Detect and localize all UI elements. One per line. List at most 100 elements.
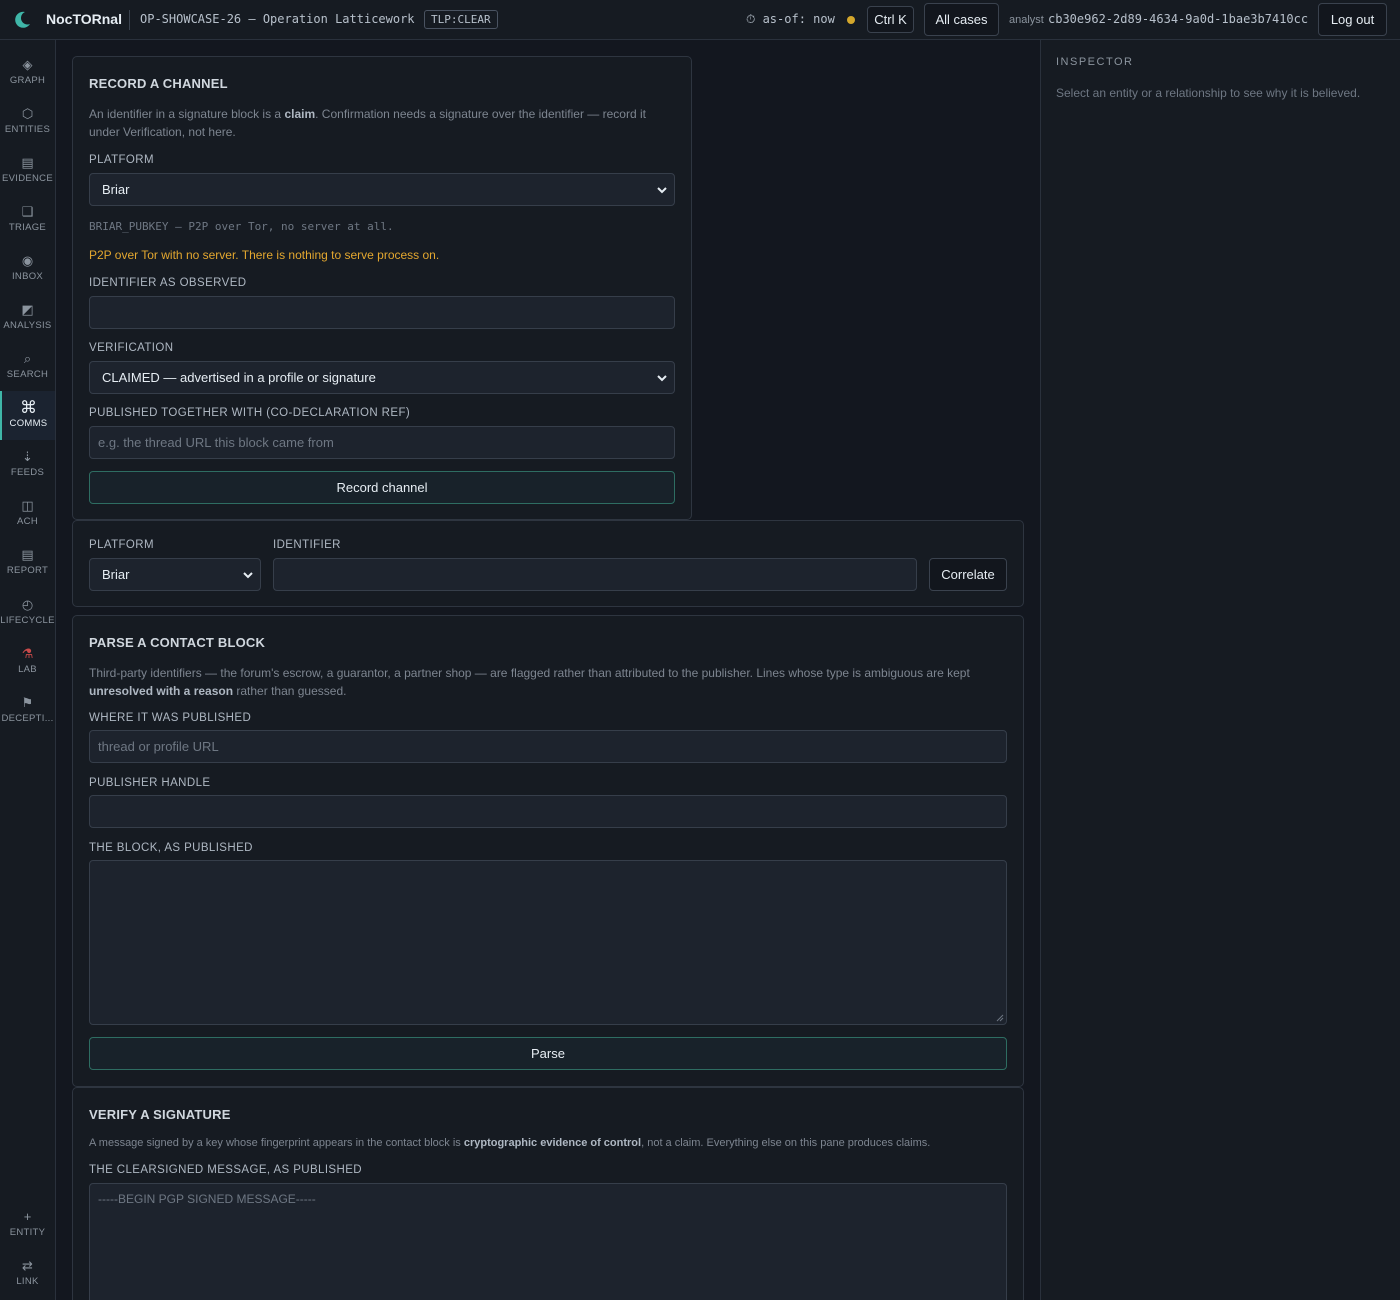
clearsigned-textarea[interactable]: -----BEGIN PGP SIGNED MESSAGE----- [89,1183,1007,1300]
nav-label: ENTITY [9,1227,46,1238]
nav-label: ANALYSIS [3,320,52,331]
nav-label: DECEPTI... [1,713,54,724]
chevron-down-icon [657,375,667,382]
evidence-icon: ▤ [21,155,34,170]
platform-label: PLATFORM [89,539,154,551]
feeds-icon: ⇣ [22,449,33,464]
case-title[interactable]: OP-SHOWCASE-26 — Operation Latticework [140,12,415,26]
link-arrows-icon: ⇄ [22,1258,33,1273]
platform-label: PLATFORM [89,154,154,166]
nav-item-triage[interactable]: ❑ TRIAGE [0,195,55,244]
analyst-label: analyst [1009,14,1044,26]
correlate-button[interactable]: Correlate [929,558,1007,591]
nav-label: INBOX [11,271,44,282]
nav-label: GRAPH [9,75,46,86]
nav-label: COMMS [9,418,48,429]
nav-label: FEEDS [10,467,45,478]
command-palette-button[interactable]: Ctrl K [867,6,914,33]
verification-label: VERIFICATION [89,342,174,354]
report-icon: ▤ [21,547,34,562]
nav-item-add-link[interactable]: ⇄ LINK [0,1249,55,1298]
correlate-platform-select[interactable]: Briar [89,558,261,591]
parse-contact-panel: PARSE A CONTACT BLOCK Third-party identi… [72,615,1024,1087]
nav-item-lifecycle[interactable]: ◴ LIFECYCLE [0,588,55,637]
publisher-handle-label: PUBLISHER HANDLE [89,777,211,789]
nav-item-comms[interactable]: ⌘ COMMS [0,391,55,440]
inspector-hint: Select an entity or a relationship to se… [1056,86,1361,100]
verify-signature-panel: VERIFY A SIGNATURE A message signed by a… [72,1087,1024,1300]
platform-select[interactable]: Briar [89,173,675,206]
nav-label: ACH [17,516,38,527]
panel-title: PARSE A CONTACT BLOCK [89,635,266,650]
chevron-down-icon [243,572,253,579]
nav-label: LAB [18,664,37,675]
platform-hint: BRIAR_PUBKEY — P2P over Tor, no server a… [89,220,394,233]
co-declaration-input[interactable]: e.g. the thread URL this block came from [89,426,675,459]
panel-description: A message signed by a key whose fingerpr… [89,1137,931,1149]
clearsigned-placeholder: -----BEGIN PGP SIGNED MESSAGE----- [98,1192,316,1206]
block-label: THE BLOCK, AS PUBLISHED [89,842,253,854]
lifecycle-icon: ◴ [21,597,34,612]
correlate-panel: PLATFORM Briar IDENTIFIER Correlate [72,520,1024,607]
lab-icon: ⚗ [21,646,34,661]
left-nav: ◈ GRAPH ⬡ ENTITIES ▤ EVIDENCE ❑ TRIAGE ◉… [0,40,56,1300]
nav-label: ENTITIES [4,124,51,135]
parse-button[interactable]: Parse [89,1037,1007,1070]
as-of-control[interactable]: ⏱ as-of: now [746,12,835,27]
nav-item-lab[interactable]: ⚗ LAB [0,637,55,686]
block-textarea[interactable] [89,860,1007,1025]
nav-item-evidence[interactable]: ▤ EVIDENCE [0,146,55,195]
analyst-id: cb30e962-2d89-4634-9a0d-1bae3b7410cc [1048,12,1309,26]
nav-item-entities[interactable]: ⬡ ENTITIES [0,97,55,146]
divider [129,10,130,30]
nav-item-ach[interactable]: ◫ ACH [0,489,55,538]
top-bar: NocTORnal OP-SHOWCASE-26 — Operation Lat… [0,0,1400,40]
correlate-identifier-input[interactable] [273,558,917,591]
nav-label: SEARCH [6,369,49,380]
plus-icon: + [23,1209,32,1224]
nav-item-search[interactable]: ⌕ SEARCH [0,342,55,391]
inspector-panel: INSPECTOR Select an entity or a relation… [1040,40,1400,1300]
identifier-label: IDENTIFIER AS OBSERVED [89,277,247,289]
nav-item-analysis[interactable]: ◩ ANALYSIS [0,293,55,342]
resize-grip-icon[interactable] [996,1014,1004,1022]
identifier-input[interactable] [89,296,675,329]
panel-title: VERIFY A SIGNATURE [89,1107,231,1122]
clearsigned-label: THE CLEARSIGNED MESSAGE, AS PUBLISHED [89,1164,362,1176]
nav-item-inbox[interactable]: ◉ INBOX [0,244,55,293]
record-channel-button[interactable]: Record channel [89,471,675,504]
nav-label: REPORT [6,565,49,576]
nav-item-feeds[interactable]: ⇣ FEEDS [0,440,55,489]
triage-icon: ❑ [21,204,34,219]
moon-logo-icon [15,11,30,28]
panel-title: RECORD A CHANNEL [89,76,228,91]
where-published-label: WHERE IT WAS PUBLISHED [89,712,252,724]
app-name: NocTORnal [46,11,122,27]
panel-description: Third-party identifiers — the forum's es… [89,666,970,698]
search-icon: ⌕ [23,351,32,366]
co-declaration-label: PUBLISHED TOGETHER WITH (CO-DECLARATION … [89,407,411,419]
nav-item-graph[interactable]: ◈ GRAPH [0,48,55,97]
all-cases-button[interactable]: All cases [924,3,999,36]
identifier-label: IDENTIFIER [273,539,341,551]
graph-icon: ◈ [22,57,33,72]
verification-select[interactable]: CLAIMED — advertised in a profile or sig… [89,361,675,394]
publisher-handle-input[interactable] [89,795,1007,828]
tlp-badge: TLP:CLEAR [424,10,498,29]
command-icon: ⌘ [20,398,37,417]
nav-item-deception[interactable]: ⚑ DECEPTI... [0,686,55,735]
nav-label: LINK [16,1276,39,1287]
nav-item-add-entity[interactable]: + ENTITY [0,1200,55,1249]
ach-icon: ◫ [21,498,34,513]
where-published-input[interactable]: thread or profile URL [89,730,1007,763]
nav-item-report[interactable]: ▤ REPORT [0,538,55,587]
record-channel-panel: RECORD A CHANNEL An identifier in a sign… [72,56,692,520]
inspector-title: INSPECTOR [1056,56,1134,68]
logout-button[interactable]: Log out [1318,3,1387,36]
nav-label: LIFECYCLE [0,615,55,626]
panel-description: An identifier in a signature block is a … [89,107,646,139]
entities-icon: ⬡ [21,106,34,121]
inbox-icon: ◉ [21,253,34,268]
analysis-icon: ◩ [21,302,34,317]
nav-label: TRIAGE [8,222,47,233]
